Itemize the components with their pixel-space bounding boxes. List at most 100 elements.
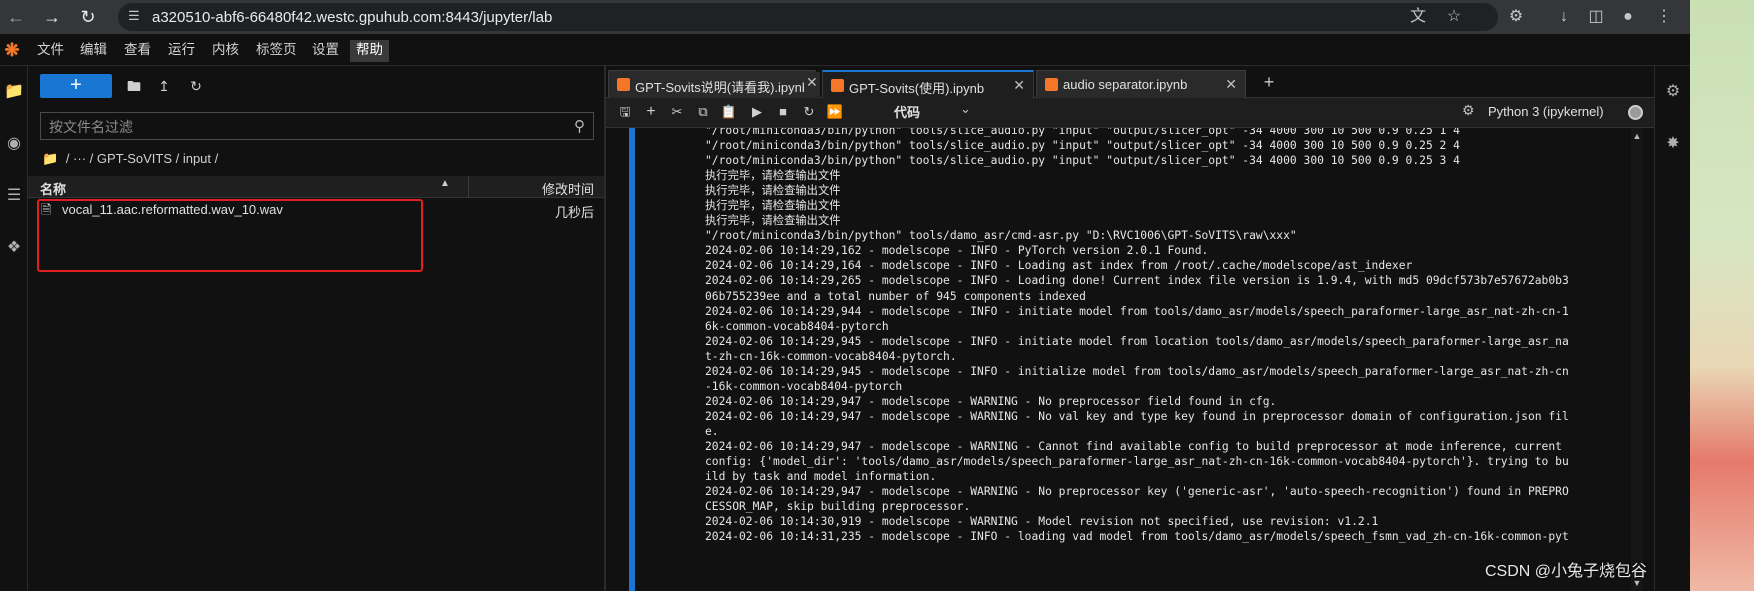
file-browser: + 🖿 ↥ ↻ ⚲ 📁 / ··· / GPT-SoVITS / input /… <box>28 66 606 591</box>
output-line: e. <box>705 424 719 438</box>
site-info-icon[interactable]: ☰ <box>128 8 144 26</box>
tab-gpt-sovits-use[interactable]: GPT-Sovits(使用).ipynb ✕ <box>822 70 1034 98</box>
refresh-icon[interactable]: ↻ <box>184 74 208 98</box>
breadcrumb[interactable]: 📁 / ··· / GPT-SoVITS / input / <box>42 148 218 170</box>
home-folder-icon[interactable]: 📁 <box>42 151 58 166</box>
output-line: t-zh-cn-16k-common-vocab8404-pytorch. <box>705 349 957 363</box>
watermark: CSDN @小兔子烧包谷 <box>1485 563 1648 580</box>
notebook-toolbar: 🖫 + ✂ ⧉ 📋 ▶ ■ ↻ ⏩ 代码 ⌄ ⚙ Python 3 (ipyke… <box>606 98 1654 128</box>
output-line: 2024-02-06 10:14:29,947 - modelscope - W… <box>705 409 1569 423</box>
run-all-icon[interactable]: ⏩ <box>824 101 846 123</box>
active-cell-indicator[interactable] <box>629 128 635 591</box>
back-icon[interactable]: ← <box>4 5 28 29</box>
debugger-bug-icon[interactable]: ✸ <box>1661 132 1685 156</box>
new-launcher-button[interactable]: + <box>40 74 112 98</box>
tab-gpt-sovits-readme[interactable]: GPT-Sovits说明(请看我).ipynb <box>608 70 816 98</box>
run-icon[interactable]: ▶ <box>746 101 768 123</box>
output-line: 执行完毕，请检查输出文件 <box>705 214 841 228</box>
output-line: 6k-common-vocab8404-pytorch <box>705 319 889 333</box>
output-line: 2024-02-06 10:14:29,947 - modelscope - W… <box>705 439 1562 453</box>
notebook-icon <box>617 78 630 91</box>
column-name-header[interactable]: 名称 <box>40 179 66 198</box>
output-line: 2024-02-06 10:14:31,235 - modelscope - I… <box>705 530 1569 544</box>
extension-puzzle-icon[interactable]: ❖ <box>2 236 26 260</box>
running-icon[interactable]: ◉ <box>2 132 26 156</box>
close-icon[interactable]: ✕ <box>1225 76 1237 93</box>
kernel-status-indicator <box>1628 105 1643 120</box>
close-icon[interactable]: ✕ <box>806 74 818 91</box>
menu-bar: ❋ 文件 编辑 查看 运行 内核 标签页 设置 帮助 <box>0 34 1690 66</box>
close-icon[interactable]: ✕ <box>1013 77 1025 94</box>
menu-help[interactable]: 帮助 <box>350 40 389 62</box>
output-line: 执行完毕，请检查输出文件 <box>705 169 841 183</box>
output-line: "/root/miniconda3/bin/python" tools/slic… <box>705 139 1460 153</box>
sort-ascending-icon[interactable]: ▲ <box>440 178 450 189</box>
output-line: 执行完毕，请检查输出文件 <box>705 184 841 198</box>
output-line: "/root/miniconda3/bin/python" tools/slic… <box>705 154 1460 168</box>
property-inspector-gear-icon[interactable]: ⚙ <box>1661 80 1685 104</box>
breadcrumb-path[interactable]: / ··· / GPT-SoVITS / input / <box>66 151 218 166</box>
restart-icon[interactable]: ↻ <box>798 101 820 123</box>
tab-audio-separator[interactable]: audio separator.ipynb ✕ <box>1036 70 1246 98</box>
tab-label[interactable]: audio separator.ipynb <box>1063 77 1187 92</box>
bookmark-star-icon[interactable]: ☆ <box>1442 5 1466 29</box>
chevron-down-icon[interactable]: ⌄ <box>960 101 971 117</box>
translate-icon[interactable]: 文 <box>1406 5 1430 29</box>
url-text[interactable]: a320510-abf6-66480f42.westc.gpuhub.com:8… <box>152 9 552 26</box>
upload-icon[interactable]: ↥ <box>152 74 176 98</box>
table-of-contents-icon[interactable]: ☰ <box>2 184 26 208</box>
cell-output-area: "/root/miniconda3/bin/python" tools/slic… <box>606 128 1654 591</box>
output-line: config: {'model_dir': 'tools/damo_asr/mo… <box>705 455 1569 469</box>
extensions-icon[interactable]: ⚙ <box>1504 5 1528 29</box>
tab-label[interactable]: GPT-Sovits说明(请看我).ipynb <box>635 77 809 96</box>
copy-icon[interactable]: ⧉ <box>692 101 714 123</box>
output-scrollbar[interactable]: ▲ ▼ <box>1631 128 1643 591</box>
output-line: 2024-02-06 10:14:29,162 - modelscope - I… <box>705 244 1209 258</box>
column-modified-header[interactable]: 修改时间 <box>542 179 594 198</box>
notebook-icon <box>1045 78 1058 91</box>
reload-icon[interactable]: ↻ <box>76 5 100 29</box>
desktop-background <box>1690 0 1754 591</box>
file-list-header: 名称 ▲ 修改时间 <box>28 176 604 198</box>
output-line: 执行完毕，请检查输出文件 <box>705 199 841 213</box>
output-line: 2024-02-06 10:14:30,919 - modelscope - W… <box>705 515 1379 529</box>
download-icon[interactable]: ↓ <box>1552 5 1576 29</box>
column-divider[interactable] <box>468 176 469 198</box>
more-icon[interactable]: ⋮ <box>1652 5 1676 29</box>
filter-input[interactable] <box>49 117 549 137</box>
menu-view[interactable]: 查看 <box>122 40 153 62</box>
output-line: CESSOR_MAP, skip building preprocessor. <box>705 500 971 514</box>
menu-run[interactable]: 运行 <box>166 40 197 62</box>
kernel-name[interactable]: Python 3 (ipykernel) <box>1488 104 1604 119</box>
tab-label[interactable]: GPT-Sovits(使用).ipynb <box>849 78 984 97</box>
output-line: 2024-02-06 10:14:29,945 - modelscope - I… <box>705 334 1569 348</box>
folder-icon[interactable]: 📁 <box>2 80 26 104</box>
profile-icon[interactable]: ● <box>1616 5 1640 29</box>
address-bar[interactable]: ☰ a320510-abf6-66480f42.westc.gpuhub.com… <box>118 3 1498 31</box>
new-folder-icon[interactable]: 🖿 <box>122 74 146 98</box>
scroll-up-arrow-icon[interactable]: ▲ <box>1631 130 1643 142</box>
output-line: 2024-02-06 10:14:29,947 - modelscope - W… <box>705 394 1277 408</box>
forward-icon[interactable]: → <box>40 5 64 29</box>
output-line: 2024-02-06 10:14:29,945 - modelscope - I… <box>705 364 1569 378</box>
cut-icon[interactable]: ✂ <box>666 101 688 123</box>
menu-settings[interactable]: 设置 <box>310 40 341 62</box>
new-tab-plus-icon[interactable]: + <box>1258 72 1280 94</box>
output-line: 2024-02-06 10:14:29,164 - modelscope - I… <box>705 259 1413 273</box>
paste-icon[interactable]: 📋 <box>718 101 740 123</box>
side-panel-icon[interactable]: ◫ <box>1584 5 1608 29</box>
menu-tabs[interactable]: 标签页 <box>254 40 299 62</box>
debugger-icon[interactable]: ⚙ <box>1462 102 1475 119</box>
menu-file[interactable]: 文件 <box>35 40 66 62</box>
output-line: 2024-02-06 10:14:29,265 - modelscope - I… <box>705 274 1569 288</box>
menu-kernel[interactable]: 内核 <box>210 40 241 62</box>
menu-edit[interactable]: 编辑 <box>78 40 109 62</box>
notebook-icon <box>831 79 844 92</box>
tab-close-readme[interactable]: ✕ <box>804 72 820 100</box>
insert-cell-icon[interactable]: + <box>640 101 662 123</box>
stop-icon[interactable]: ■ <box>772 101 794 123</box>
save-icon[interactable]: 🖫 <box>614 101 636 123</box>
left-activity-bar: 📁 ◉ ☰ ❖ <box>0 66 28 591</box>
output-line: 2024-02-06 10:14:29,944 - modelscope - I… <box>705 304 1569 318</box>
output-log: "/root/miniconda3/bin/python" tools/slic… <box>705 128 1569 544</box>
